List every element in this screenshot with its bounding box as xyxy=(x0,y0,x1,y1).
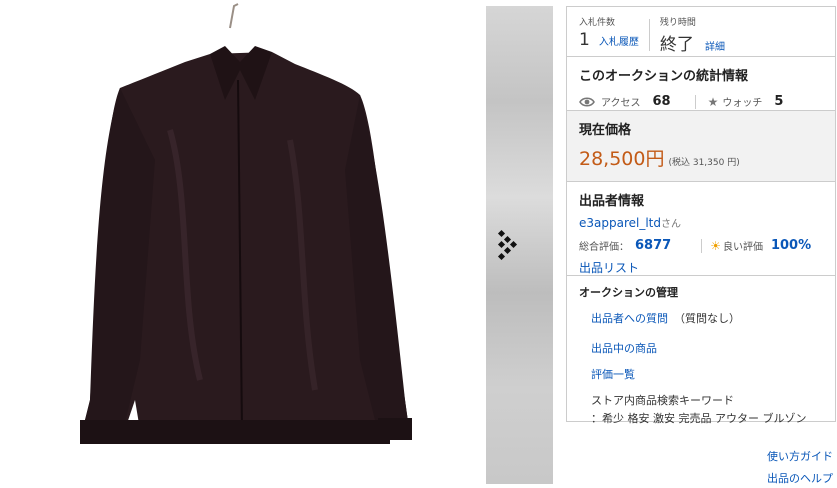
auction-info-panel: 入札件数 1 入札履歴 残り時間 終了 詳細 このオークションの統計情報 アクセ… xyxy=(566,6,836,425)
time-left-label: 残り時間 xyxy=(659,18,696,28)
keyword-list[interactable]: ：希少 格安 激安 完売品 アウター ブルゾン xyxy=(591,410,823,426)
seller-name-row: e3apparel_ltdさん xyxy=(579,215,823,230)
divider xyxy=(694,94,696,109)
bid-count-value: 1 xyxy=(579,30,590,50)
usage-guide-link[interactable]: 使い方ガイド xyxy=(767,450,833,463)
current-price: 28,500円 xyxy=(579,148,665,170)
question-note: （質問なし） xyxy=(674,312,740,325)
price-label: 現在価格 xyxy=(579,123,632,138)
management-title: オークションの管理 xyxy=(579,286,678,299)
eye-icon xyxy=(579,96,595,107)
question-row: 出品者への質問 （質問なし） xyxy=(591,310,823,326)
rating-label: 総合評価： xyxy=(579,242,629,253)
seller-list-link[interactable]: 出品リスト xyxy=(579,259,639,276)
stats-title: このオークションの統計情報 xyxy=(579,69,749,84)
management-section: オークションの管理 出品者への質問 （質問なし） 出品中の商品 評価一覧 ストア内… xyxy=(567,276,835,425)
photo-area xyxy=(0,0,553,488)
keyword-label: ストア内商品検索キーワード xyxy=(591,394,734,407)
access-label: アクセス xyxy=(601,98,641,109)
seller-title: 出品者情報 xyxy=(579,194,645,209)
rating-value-link[interactable]: 6877 xyxy=(635,238,671,253)
seller-items-link[interactable]: 出品中の商品 xyxy=(591,342,657,355)
jacket-image xyxy=(80,3,412,444)
ask-seller-link[interactable]: 出品者への質問 xyxy=(591,312,668,325)
seller-section: 出品者情報 e3apparel_ltdさん 総合評価： 6877 ☀ 良い評価 … xyxy=(567,182,835,276)
access-count: 68 xyxy=(652,94,671,109)
good-rating-label: 良い評価 xyxy=(722,242,763,253)
listing-help-link[interactable]: 出品のヘルプ xyxy=(767,472,833,485)
stats-row: アクセス 68 ★ ウォッチ 5 xyxy=(579,94,823,109)
time-left-block: 残り時間 終了 詳細 xyxy=(660,15,725,56)
time-detail-link[interactable]: 詳細 xyxy=(705,42,725,53)
review-list-link[interactable]: 評価一覧 xyxy=(591,368,635,381)
rating-row: 総合評価： 6877 ☀ 良い評価 100% xyxy=(579,238,823,253)
main-product-photo[interactable] xyxy=(60,0,435,488)
divider xyxy=(648,19,650,51)
listing-row: 出品中の商品 xyxy=(591,340,823,356)
bid-count-block: 入札件数 1 入札履歴 xyxy=(579,15,639,56)
sun-icon: ☀ xyxy=(710,238,721,253)
price-section: 現在価格 28,500円 (税込 31,350 円) xyxy=(567,111,835,182)
star-icon: ★ xyxy=(707,94,719,109)
seller-name-link[interactable]: e3apparel_ltd xyxy=(579,216,661,230)
stats-section: このオークションの統計情報 アクセス 68 ★ ウォッチ 5 xyxy=(567,57,835,111)
bid-count-label: 入札件数 xyxy=(579,18,616,28)
watch-label: ウォッチ xyxy=(722,98,763,109)
divider xyxy=(701,238,703,253)
price-row: 28,500円 (税込 31,350 円) xyxy=(579,144,823,171)
price-tax: (税込 31,350 円) xyxy=(668,158,740,168)
good-rating-value: 100% xyxy=(770,238,812,253)
bid-status-section: 入札件数 1 入札履歴 残り時間 終了 詳細 xyxy=(567,7,835,57)
seller-suffix: さん xyxy=(661,219,682,230)
footer-links: 使い方ガイド 出品のヘルプ xyxy=(767,446,833,488)
bid-history-link[interactable]: 入札履歴 xyxy=(599,37,639,48)
watch-count: 5 xyxy=(774,94,784,109)
next-image-arrow-icon[interactable] xyxy=(496,228,522,261)
time-left-value: 終了 xyxy=(659,35,694,55)
review-row: 評価一覧 xyxy=(591,366,823,382)
